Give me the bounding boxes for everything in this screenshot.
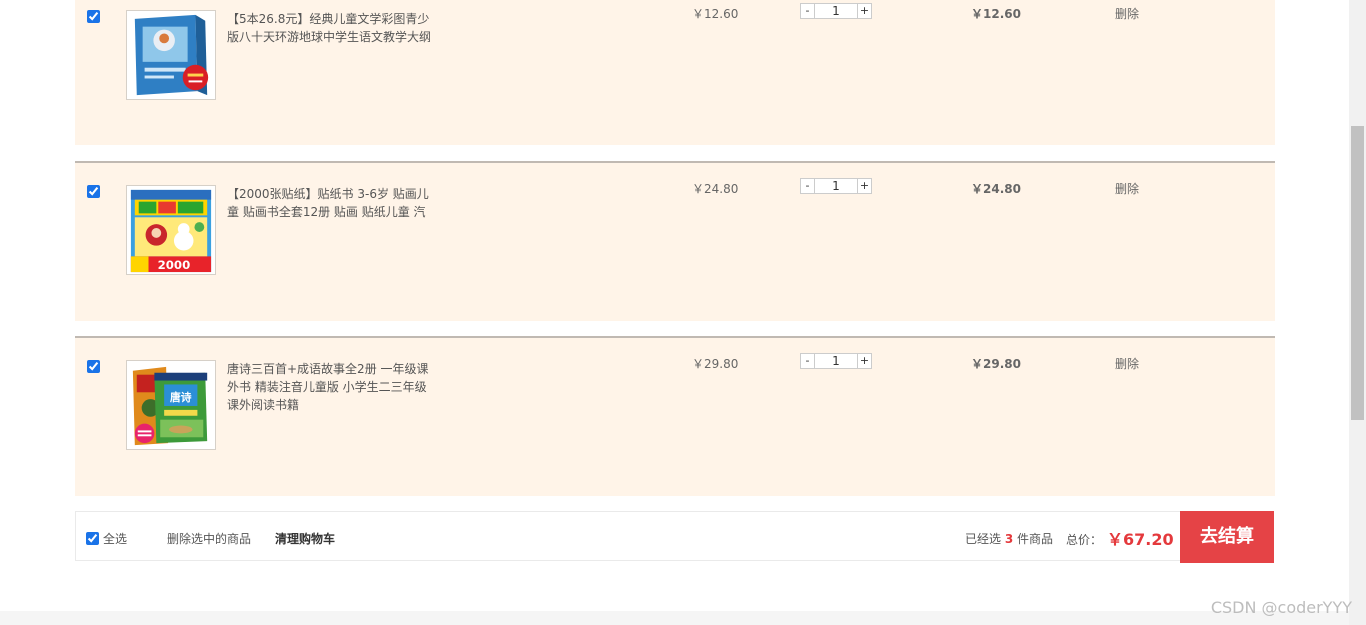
vertical-scrollbar[interactable]: [1349, 0, 1366, 625]
delete-link[interactable]: 删除: [1115, 180, 1139, 197]
svg-text:2000: 2000: [158, 258, 191, 272]
select-all-label[interactable]: 全选: [103, 530, 127, 547]
increase-button[interactable]: +: [857, 353, 872, 369]
svg-text:唐诗: 唐诗: [170, 391, 192, 404]
scrollbar-thumb[interactable]: [1351, 126, 1364, 420]
item-subtotal: ￥29.80: [971, 357, 1021, 371]
cart-item: 【5本26.8元】经典儿童文学彩图青少版八十天环游地球中学生语文教学大纲 ￥12…: [75, 0, 1275, 145]
quantity-stepper: - 1 +: [800, 353, 872, 369]
selected-prefix: 已经选: [965, 532, 1002, 546]
unit-price: ￥24.80: [692, 182, 739, 196]
delete-selected-link[interactable]: 删除选中的商品: [167, 530, 251, 547]
item-subtotal: ￥24.80: [971, 182, 1021, 196]
quantity-input[interactable]: 1: [815, 178, 857, 194]
product-image[interactable]: 2000: [126, 185, 216, 275]
decrease-button[interactable]: -: [800, 178, 815, 194]
quantity-stepper: - 1 +: [800, 3, 872, 19]
product-title[interactable]: 唐诗三百首+成语故事全2册 一年级课外书 精装注音儿童版 小学生二三年级课外阅读…: [227, 360, 437, 414]
cart-item: 唐诗 唐诗三百首+成语故事全2册 一年级课外书 精装注音儿童版 小学生二三年级课…: [75, 336, 1275, 496]
clear-cart-link[interactable]: 清理购物车: [275, 530, 335, 547]
cart-item: 2000 【2000张贴纸】贴纸书 3-6岁 贴画儿童 贴画书全套12册 贴画 …: [75, 161, 1275, 321]
item-subtotal: ￥12.60: [971, 7, 1021, 21]
increase-button[interactable]: +: [857, 3, 872, 19]
product-image[interactable]: 唐诗: [126, 360, 216, 450]
selected-suffix: 件商品: [1017, 532, 1054, 546]
item-checkbox[interactable]: [87, 185, 100, 198]
quantity-input[interactable]: 1: [815, 3, 857, 19]
unit-price: ￥29.80: [692, 357, 739, 371]
quantity-stepper: - 1 +: [800, 178, 872, 194]
book-cover-80-days: [127, 11, 215, 99]
item-checkbox[interactable]: [87, 10, 100, 23]
selected-count-text: 已经选 3 件商品: [965, 530, 1053, 547]
quantity-input[interactable]: 1: [815, 353, 857, 369]
total-price-label: 总价：: [1066, 533, 1103, 547]
unit-price: ￥12.60: [692, 7, 739, 21]
delete-link[interactable]: 删除: [1115, 5, 1139, 22]
sticker-book-cover: 2000: [127, 186, 215, 274]
tang-poems-cover: 唐诗: [127, 361, 215, 449]
selected-count: 3: [1004, 532, 1014, 546]
delete-link[interactable]: 删除: [1115, 355, 1139, 372]
product-title[interactable]: 【5本26.8元】经典儿童文学彩图青少版八十天环游地球中学生语文教学大纲: [227, 10, 437, 46]
cart-footer-bar: 全选 删除选中的商品 清理购物车 已经选 3 件商品 总价： ￥67.20 去结…: [75, 511, 1274, 563]
page-bottom-strip: [0, 611, 1349, 625]
total-price: ￥67.20: [1107, 530, 1174, 549]
decrease-button[interactable]: -: [800, 353, 815, 369]
shopping-cart-page: 【5本26.8元】经典儿童文学彩图青少版八十天环游地球中学生语文教学大纲 ￥12…: [0, 0, 1349, 625]
item-checkbox[interactable]: [87, 360, 100, 373]
product-image[interactable]: [126, 10, 216, 100]
select-all-checkbox[interactable]: [86, 532, 99, 545]
checkout-button[interactable]: 去结算: [1180, 511, 1274, 563]
watermark: CSDN @coderYYY: [1210, 598, 1352, 617]
decrease-button[interactable]: -: [800, 3, 815, 19]
increase-button[interactable]: +: [857, 178, 872, 194]
product-title[interactable]: 【2000张贴纸】贴纸书 3-6岁 贴画儿童 贴画书全套12册 贴画 贴纸儿童 …: [227, 185, 437, 221]
